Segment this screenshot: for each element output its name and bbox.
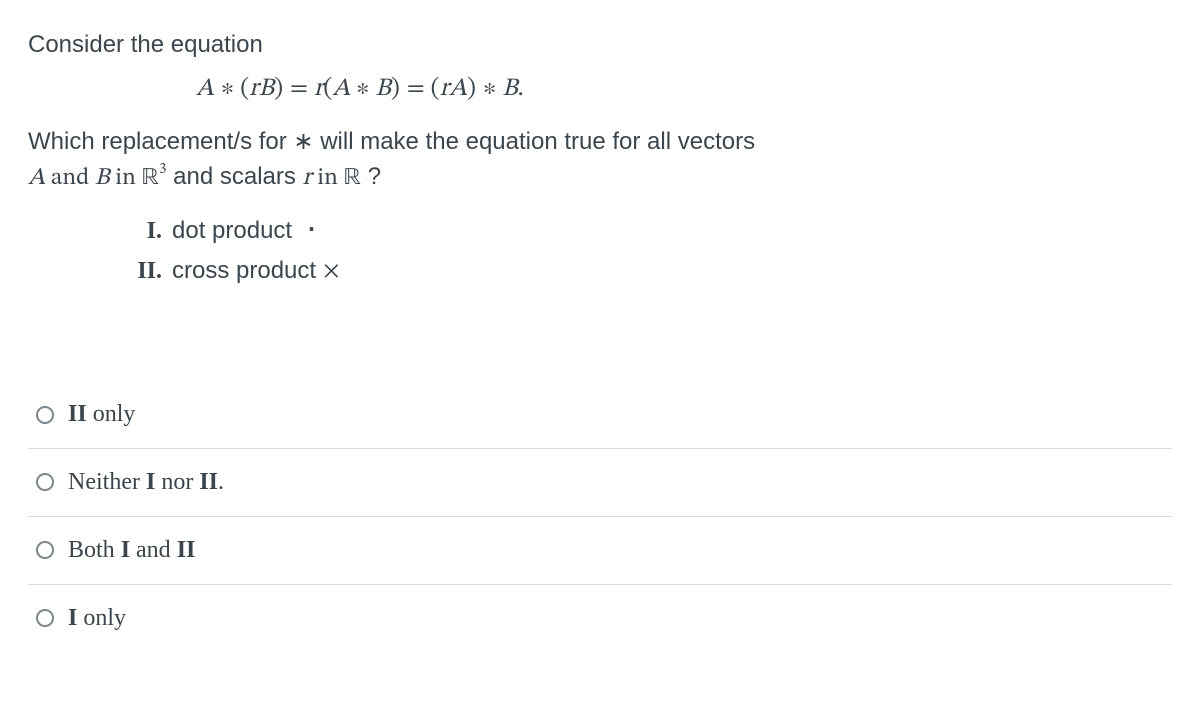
radio-icon	[36, 609, 54, 627]
answer-label: Both I and II	[68, 533, 195, 568]
prompt-in: in	[110, 166, 142, 190]
equation: A ∗ (rB) = r(A ∗ B) = (rA) ∗ B.	[28, 69, 1172, 107]
question-block: Consider the equation A ∗ (rB) = r(A ∗ B…	[28, 28, 1172, 289]
prompt-line1: Which replacement/s for ∗ will make the …	[28, 128, 755, 155]
list-numeral-1: I.	[128, 214, 162, 249]
prompt-r: r	[303, 166, 312, 190]
answer-option-i-only[interactable]: I only	[28, 584, 1172, 652]
prompt-and: and	[45, 166, 95, 190]
prompt-qmark: ?	[361, 163, 381, 190]
radio-icon	[36, 541, 54, 559]
list-numeral-2: II.	[128, 254, 162, 289]
prompt-A: A	[28, 166, 45, 190]
answer-choices: II only Neither I nor II. Both I and II …	[28, 381, 1172, 651]
list-text-1: dot product	[172, 214, 292, 249]
question-prompt: Which replacement/s for ∗ will make the …	[28, 125, 1172, 196]
prompt-B: B	[95, 166, 110, 190]
prompt-scalars: and scalars	[166, 163, 302, 190]
list-item: I. dot product ·	[128, 214, 1172, 249]
question-intro: Consider the equation	[28, 28, 1172, 63]
list-text-2: cross product	[172, 254, 316, 289]
answer-label: II only	[68, 397, 135, 432]
cross-product-icon: ×	[323, 254, 340, 289]
radio-icon	[36, 473, 54, 491]
radio-icon	[36, 406, 54, 424]
prompt-R: ℝ	[344, 166, 362, 190]
answer-option-ii-only[interactable]: II only	[28, 381, 1172, 448]
answer-option-both[interactable]: Both I and II	[28, 516, 1172, 584]
list-item: II. cross product ×	[128, 254, 1172, 289]
answer-label: I only	[68, 601, 126, 636]
answer-option-neither[interactable]: Neither I nor II.	[28, 448, 1172, 516]
answer-label: Neither I nor II.	[68, 465, 224, 500]
roman-list: I. dot product · II. cross product ×	[28, 214, 1172, 290]
prompt-R3: ℝ	[142, 166, 160, 190]
prompt-inR: in	[312, 166, 344, 190]
